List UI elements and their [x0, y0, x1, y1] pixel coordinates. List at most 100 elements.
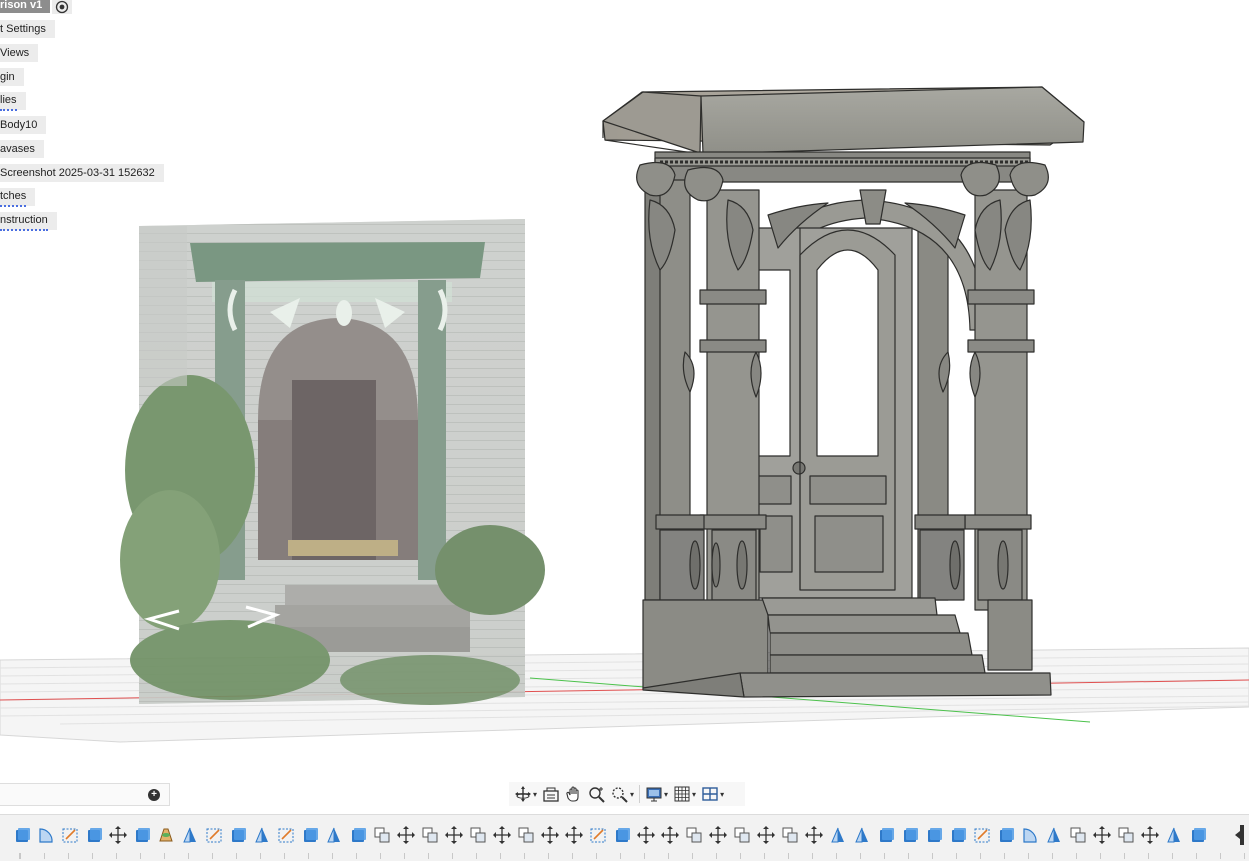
combine-feature-icon — [782, 827, 798, 843]
timeline-feature-mirror[interactable] — [1162, 823, 1186, 847]
timeline-feature-move[interactable] — [706, 823, 730, 847]
timeline-feature-mirror[interactable] — [826, 823, 850, 847]
tree-item-bodies[interactable]: lies — [0, 91, 26, 111]
tree-item-label: lies — [0, 91, 17, 111]
timeline-feature-loft[interactable] — [154, 823, 178, 847]
timeline-feature-sketch[interactable] — [202, 823, 226, 847]
extrude-feature-icon — [1192, 828, 1206, 842]
timeline-feature-sketch[interactable] — [586, 823, 610, 847]
orbit-button[interactable]: ▾ — [512, 783, 539, 805]
next-image-button[interactable] — [242, 605, 282, 635]
timeline-feature-extrude[interactable] — [10, 823, 34, 847]
timeline-feature-extrude[interactable] — [922, 823, 946, 847]
active-component-radio[interactable] — [52, 0, 72, 14]
timeline-feature-extrude[interactable] — [898, 823, 922, 847]
move-feature-icon — [637, 826, 655, 844]
timeline-feature-extrude[interactable] — [946, 823, 970, 847]
timeline-feature-extrude[interactable] — [994, 823, 1018, 847]
display-settings-button[interactable]: ▾ — [643, 783, 670, 805]
tree-item-named-views[interactable]: Views — [0, 44, 39, 62]
timeline-feature-move[interactable] — [490, 823, 514, 847]
navigation-toolbar: ▾ ▾ ▾ ▾ ▾ — [509, 782, 745, 806]
timeline-feature-combine[interactable] — [466, 823, 490, 847]
move-feature-icon — [493, 826, 511, 844]
3d-viewport[interactable]: rison v1 t Settings Views gin lies Body1… — [0, 0, 1249, 778]
porch-3d-model[interactable] — [602, 86, 1085, 698]
timeline-feature-combine[interactable] — [778, 823, 802, 847]
timeline-feature-extrude[interactable] — [610, 823, 634, 847]
add-comment-button[interactable]: + — [148, 788, 160, 801]
timeline-feature-combine[interactable] — [1114, 823, 1138, 847]
timeline-feature-extrude[interactable] — [346, 823, 370, 847]
loft-feature-icon — [159, 828, 173, 842]
viewports-button[interactable]: ▾ — [699, 783, 726, 805]
sketch-feature-icon — [974, 828, 990, 843]
timeline-feature-revolve[interactable] — [34, 823, 58, 847]
timeline-feature-move[interactable] — [538, 823, 562, 847]
timeline-feature-mirror[interactable] — [178, 823, 202, 847]
timeline-feature-move[interactable] — [1138, 823, 1162, 847]
previous-image-button[interactable] — [143, 605, 183, 635]
move-feature-icon — [709, 826, 727, 844]
tree-item-document-settings[interactable]: t Settings — [0, 20, 55, 38]
timeline-feature-move[interactable] — [658, 823, 682, 847]
fit-zoom-button[interactable]: ▾ — [609, 783, 636, 805]
extrude-feature-icon — [1000, 828, 1014, 842]
timeline-feature-sketch[interactable] — [58, 823, 82, 847]
canvas-reference-photo[interactable] — [120, 219, 545, 705]
zoom-button[interactable] — [586, 783, 608, 805]
timeline-feature-move[interactable] — [1090, 823, 1114, 847]
pan-button[interactable] — [563, 783, 585, 805]
tree-item-label: Body10 — [0, 119, 38, 131]
timeline-feature-extrude[interactable] — [298, 823, 322, 847]
timeline-feature-move[interactable] — [634, 823, 658, 847]
timeline-marker[interactable] — [1235, 825, 1249, 845]
timeline-feature-move[interactable] — [802, 823, 826, 847]
timeline-feature-combine[interactable] — [730, 823, 754, 847]
fit-zoom-icon — [612, 787, 628, 803]
timeline-feature-sketch[interactable] — [274, 823, 298, 847]
timeline-feature-move[interactable] — [562, 823, 586, 847]
tree-item-body10[interactable]: Body10 — [0, 116, 47, 134]
timeline-feature-extrude[interactable] — [874, 823, 898, 847]
design-timeline — [0, 814, 1249, 861]
move-feature-icon — [661, 826, 679, 844]
timeline-feature-combine[interactable] — [418, 823, 442, 847]
fusion-workspace: rison v1 t Settings Views gin lies Body1… — [0, 0, 1249, 861]
timeline-feature-move[interactable] — [754, 823, 778, 847]
tree-item-sketches[interactable]: tches — [0, 187, 36, 207]
tree-item-canvas-screenshot[interactable]: Screenshot 2025-03-31 152632 — [0, 164, 164, 182]
grid-settings-button[interactable]: ▾ — [671, 783, 698, 805]
timeline-feature-mirror[interactable] — [1042, 823, 1066, 847]
timeline-feature-combine[interactable] — [514, 823, 538, 847]
tree-item-label: t Settings — [0, 23, 46, 35]
browser-root-document[interactable]: rison v1 — [0, 0, 51, 13]
timeline-feature-extrude[interactable] — [226, 823, 250, 847]
timeline-feature-mirror[interactable] — [250, 823, 274, 847]
timeline-feature-mirror[interactable] — [322, 823, 346, 847]
timeline-feature-combine[interactable] — [1066, 823, 1090, 847]
timeline-feature-move[interactable] — [106, 823, 130, 847]
radio-target-icon — [55, 0, 69, 14]
timeline-feature-extrude[interactable] — [82, 823, 106, 847]
chevron-down-icon: ▾ — [630, 789, 635, 799]
timeline-feature-mirror[interactable] — [850, 823, 874, 847]
timeline-feature-move[interactable] — [442, 823, 466, 847]
timeline-feature-sketch[interactable] — [970, 823, 994, 847]
timeline-feature-extrude[interactable] — [130, 823, 154, 847]
look-at-button[interactable] — [540, 783, 562, 805]
mirror-feature-icon — [327, 827, 340, 843]
timeline-feature-move[interactable] — [394, 823, 418, 847]
tree-item-origin[interactable]: gin — [0, 68, 24, 86]
timeline-feature-combine[interactable] — [682, 823, 706, 847]
tree-item-canvases[interactable]: avases — [0, 140, 44, 158]
tree-item-label: avases — [0, 143, 35, 155]
timeline-feature-combine[interactable] — [370, 823, 394, 847]
mirror-feature-icon — [831, 827, 844, 843]
combine-feature-icon — [1070, 827, 1086, 843]
extrude-feature-icon — [304, 828, 318, 842]
timeline-feature-extrude[interactable] — [1186, 823, 1210, 847]
tree-item-label: tches — [0, 187, 27, 207]
timeline-feature-revolve[interactable] — [1018, 823, 1042, 847]
tree-item-construction[interactable]: nstruction — [0, 212, 57, 231]
